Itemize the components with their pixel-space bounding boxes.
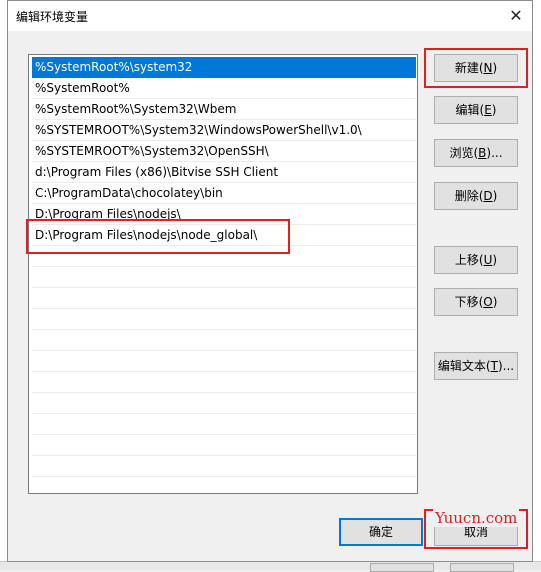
edit-env-variable-dialog: 编辑环境变量 ✕ %SystemRoot%\system32 %SystemRo… xyxy=(7,0,533,562)
ok-button[interactable]: 确定 xyxy=(339,518,423,546)
watermark: Yuucn.com xyxy=(433,509,520,527)
list-item[interactable]: %SYSTEMROOT%\System32\WindowsPowerShell\… xyxy=(32,120,416,141)
list-item[interactable]: %SystemRoot%\system32 xyxy=(32,57,416,78)
edit-text-button[interactable]: 编辑文本(T)... xyxy=(434,352,518,380)
list-item[interactable]: %SystemRoot%\System32\Wbem xyxy=(32,99,416,120)
browse-button[interactable]: 浏览(B)... xyxy=(434,139,518,167)
title-bar: 编辑环境变量 ✕ xyxy=(8,1,532,31)
list-item[interactable]: D:\Program Files\nodejs\ xyxy=(32,204,416,225)
empty-list-row xyxy=(32,267,416,288)
background-button xyxy=(450,563,514,572)
empty-list-row xyxy=(32,435,416,456)
empty-list-row xyxy=(32,372,416,393)
list-item[interactable]: d:\Program Files (x86)\Bitvise SSH Clien… xyxy=(32,162,416,183)
empty-list-row xyxy=(32,393,416,414)
new-button[interactable]: 新建(N) xyxy=(434,54,518,82)
empty-list-row xyxy=(32,456,416,477)
move-down-button[interactable]: 下移(O) xyxy=(434,288,518,316)
delete-button[interactable]: 删除(D) xyxy=(434,182,518,210)
empty-list-row xyxy=(32,414,416,435)
edit-button[interactable]: 编辑(E) xyxy=(434,96,518,124)
background-button xyxy=(370,563,434,572)
empty-list-row xyxy=(32,246,416,267)
list-item[interactable]: %SYSTEMROOT%\System32\OpenSSH\ xyxy=(32,141,416,162)
path-list[interactable]: %SystemRoot%\system32 %SystemRoot% %Syst… xyxy=(28,54,418,494)
background-window-right xyxy=(532,0,541,570)
close-icon[interactable]: ✕ xyxy=(500,1,532,31)
list-item[interactable]: C:\ProgramData\chocolatey\bin xyxy=(32,183,416,204)
list-item[interactable]: %SystemRoot% xyxy=(32,78,416,99)
background-window-bottom xyxy=(0,561,541,572)
empty-list-row xyxy=(32,330,416,351)
list-item[interactable]: D:\Program Files\nodejs\node_global\ xyxy=(32,225,416,246)
empty-list-row xyxy=(32,309,416,330)
move-up-button[interactable]: 上移(U) xyxy=(434,246,518,274)
dialog-title: 编辑环境变量 xyxy=(16,10,89,24)
empty-list-row xyxy=(32,351,416,372)
empty-list-row xyxy=(32,288,416,309)
